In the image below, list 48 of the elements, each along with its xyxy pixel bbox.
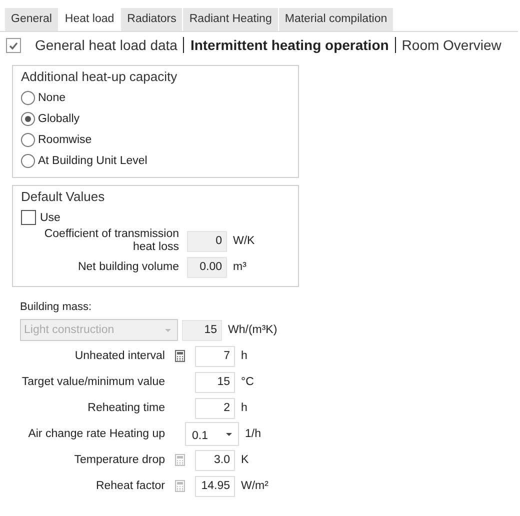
input-field[interactable]: 14.95 [195, 476, 235, 496]
tab[interactable]: Radiators [121, 8, 182, 31]
unit-label: m³ [233, 261, 246, 273]
input-field[interactable]: 3.0 [195, 450, 235, 470]
input-field[interactable]: 15 [195, 372, 235, 392]
section-link[interactable]: Intermittent heating operation [190, 37, 389, 53]
tab[interactable]: Material compilation [278, 8, 394, 31]
calculator-icon[interactable] [175, 350, 185, 362]
field-label: Target value/minimum value [20, 376, 165, 388]
checkbox-label[interactable]: Use [40, 212, 60, 224]
radio-button[interactable] [21, 154, 35, 168]
tab[interactable]: Radiant Heating [183, 8, 278, 31]
input-field[interactable]: 2 [195, 398, 235, 418]
group-title: Additional heat-up capacity [21, 68, 178, 86]
field-label: Temperature drop [73, 454, 165, 466]
radio-label[interactable]: None [38, 92, 66, 104]
unit-label: K [241, 454, 249, 466]
unit-label: h [241, 350, 248, 362]
caret-icon [165, 328, 171, 332]
unit-label: Wh/(m³K) [228, 324, 278, 336]
field-label: Unheated interval [74, 350, 165, 362]
field-label: Air change rate Heating up [27, 428, 165, 440]
field-label: Net building volume [76, 260, 179, 274]
field-label: Reheating time [86, 402, 165, 414]
group-title: Default Values [21, 188, 106, 206]
field-label: Reheat factor [94, 480, 165, 492]
input-field[interactable]: 7 [195, 346, 235, 366]
radio-button[interactable] [21, 90, 35, 104]
unit-label: °C [241, 376, 254, 388]
radio-button[interactable] [21, 132, 35, 146]
check-icon [8, 40, 19, 50]
radio-button[interactable] [21, 112, 35, 126]
field-label: Coefficient of transmission heat loss [43, 228, 179, 254]
radio-label[interactable]: Globally [38, 112, 80, 124]
caret-icon [226, 432, 232, 436]
unit-label: 1/h [245, 428, 261, 440]
tab[interactable]: General [5, 8, 58, 31]
checkbox[interactable] [6, 38, 21, 52]
dropdown[interactable]: 0.1 [185, 422, 239, 446]
section-link[interactable]: Room Overview [402, 37, 502, 53]
unit-label: W/m² [241, 480, 268, 492]
unit-label: h [241, 402, 248, 414]
unit-label: W/K [233, 235, 255, 247]
checkbox[interactable] [21, 210, 36, 225]
field-label: Building mass: [20, 301, 93, 315]
radio-label[interactable]: Roomwise [38, 134, 92, 146]
radio-label[interactable]: At Building Unit Level [38, 154, 148, 166]
section-link[interactable]: General heat load data [35, 37, 178, 53]
